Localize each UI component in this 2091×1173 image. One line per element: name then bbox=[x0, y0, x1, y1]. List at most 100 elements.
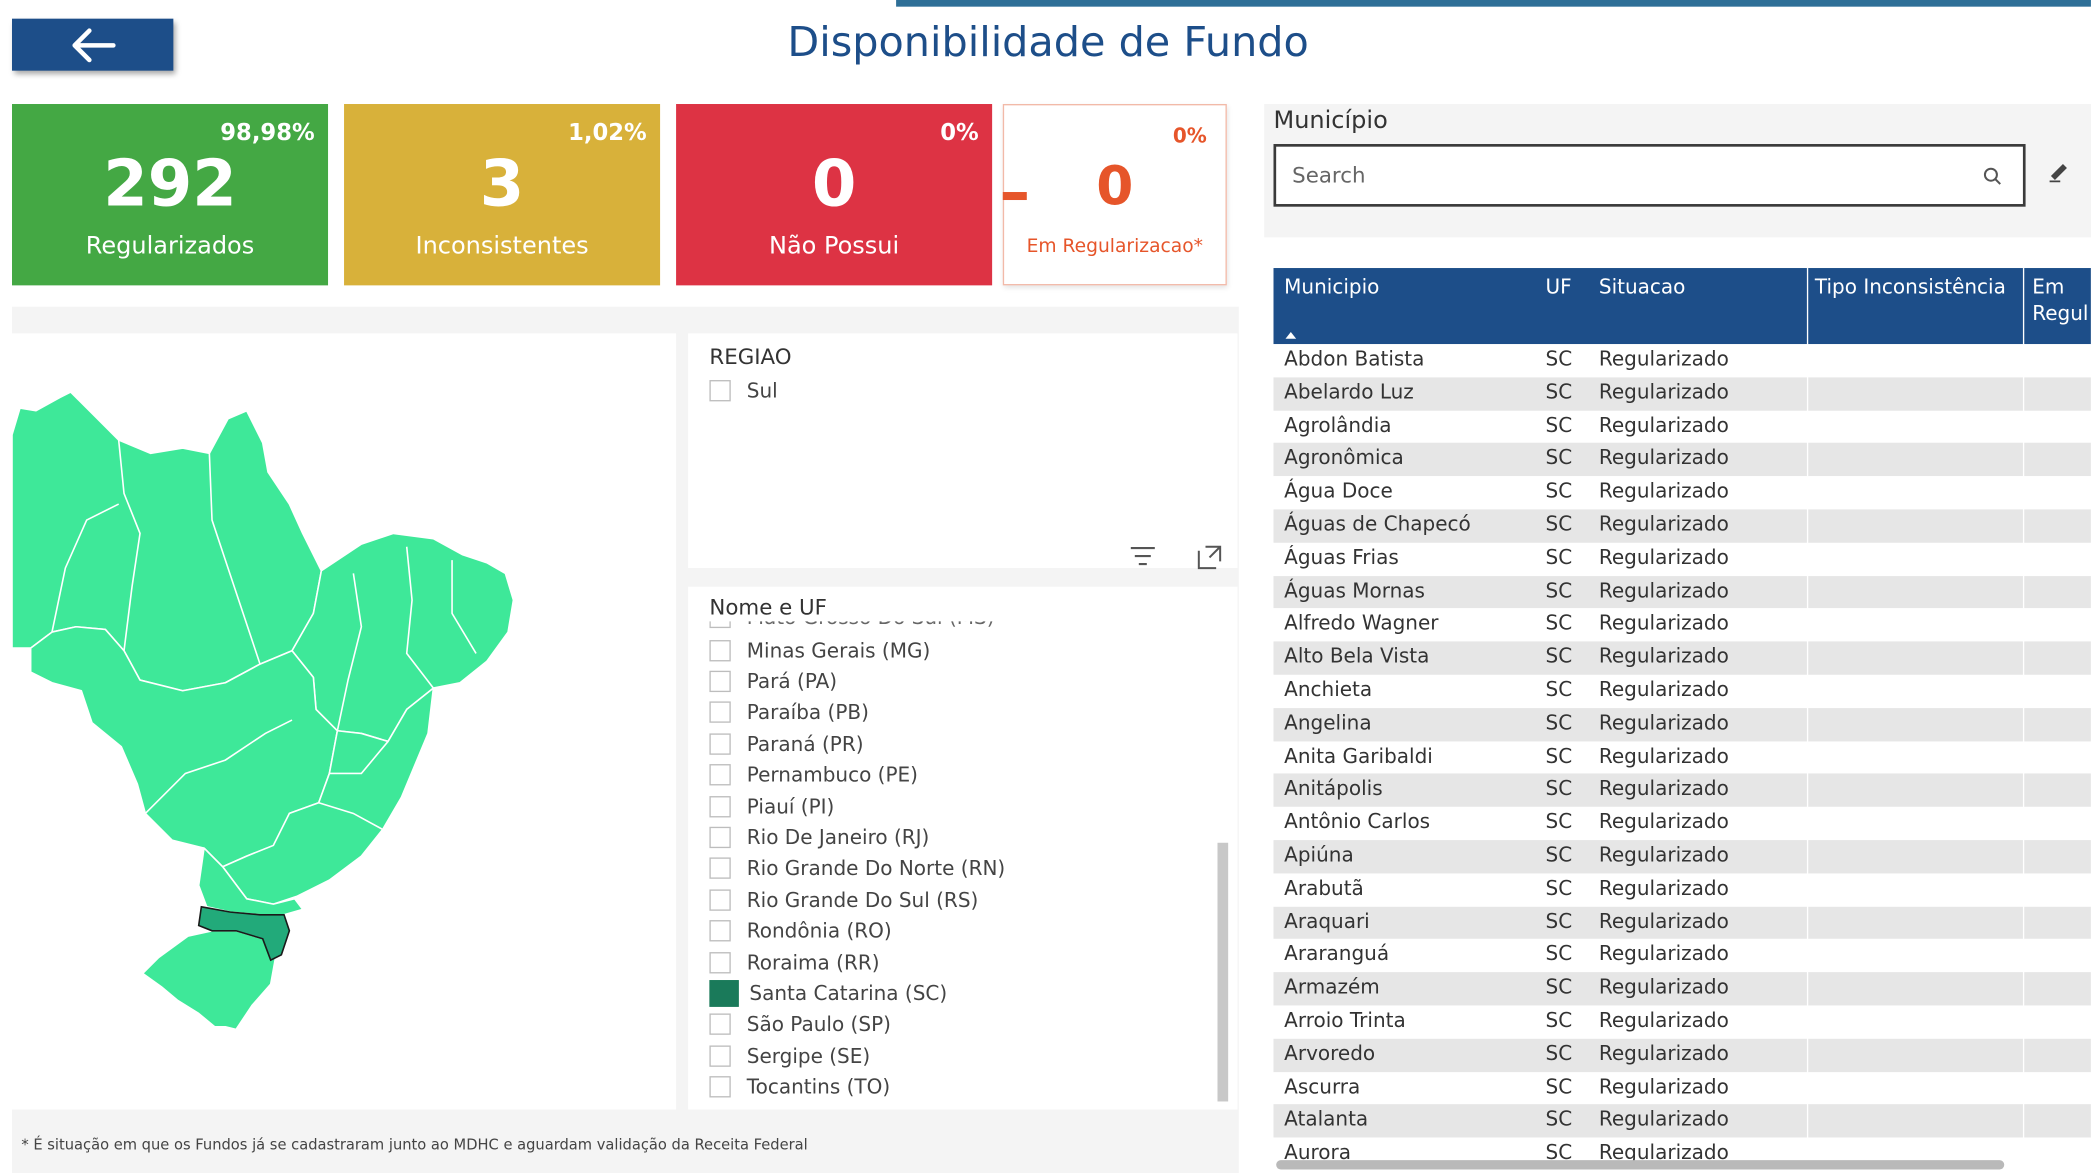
back-button[interactable] bbox=[12, 18, 174, 71]
cell-municipio: Abdon Batista bbox=[1284, 346, 1425, 371]
table-row[interactable]: Abdon Batista SC Regularizado bbox=[1273, 344, 2090, 377]
uf-option[interactable]: Roraima (RR) bbox=[709, 947, 1005, 978]
cell-uf: SC bbox=[1545, 445, 1573, 470]
uf-option[interactable]: Tocantins (TO) bbox=[709, 1071, 1005, 1102]
uf-option[interactable]: Piauí (PI) bbox=[709, 791, 1005, 822]
focus-mode-icon[interactable] bbox=[1195, 543, 1224, 578]
sort-asc-icon[interactable] bbox=[1284, 321, 1297, 345]
cell-uf: SC bbox=[1545, 1074, 1573, 1099]
table-row[interactable]: Anita Garibaldi SC Regularizado bbox=[1273, 741, 2090, 774]
checkbox[interactable] bbox=[709, 858, 731, 880]
option-label: Piauí (PI) bbox=[746, 794, 835, 819]
table-row[interactable]: Arroio Trinta SC Regularizado bbox=[1273, 1005, 2090, 1038]
checkbox-checked[interactable] bbox=[709, 980, 739, 1007]
uf-option[interactable]: Rio Grande Do Sul (RS) bbox=[709, 884, 1005, 915]
table-row[interactable]: Anitápolis SC Regularizado bbox=[1273, 773, 2091, 808]
kpi-inconsistentes[interactable]: 1,02% 3 Inconsistentes bbox=[344, 104, 661, 286]
checkbox[interactable] bbox=[709, 1076, 731, 1098]
checkbox[interactable] bbox=[709, 795, 731, 817]
option-label: Rondônia (RO) bbox=[746, 919, 892, 944]
uf-option[interactable]: Minas Gerais (MG) bbox=[709, 635, 1005, 666]
uf-option[interactable]: Paraíba (PB) bbox=[709, 697, 1005, 728]
kpi-percent: 98,98% bbox=[220, 120, 315, 147]
col-header-uf[interactable]: UF bbox=[1546, 275, 1572, 299]
table-row[interactable]: Águas de Chapecó SC Regularizado bbox=[1273, 509, 2091, 543]
cell-municipio: Agrolândia bbox=[1284, 412, 1392, 437]
regiao-option-sul[interactable]: Sul bbox=[709, 375, 778, 406]
table-row[interactable]: Atalanta SC Regularizado bbox=[1273, 1104, 2091, 1138]
table-horizontal-scrollbar[interactable] bbox=[1276, 1160, 2005, 1170]
checkbox[interactable] bbox=[709, 951, 731, 973]
uf-option[interactable]: Paraná (PR) bbox=[709, 728, 1005, 759]
map-graphic bbox=[11, 391, 515, 1031]
kpi-percent: 1,02% bbox=[568, 120, 647, 147]
table-row[interactable]: Araquari SC Regularizado bbox=[1273, 906, 2091, 940]
municipios-table: Municipio UF Situacao Tipo Inconsistênci… bbox=[1273, 268, 2091, 1165]
cell-uf: SC bbox=[1545, 677, 1573, 702]
uf-option[interactable]: Rio Grande Do Norte (RN) bbox=[709, 853, 1005, 884]
checkbox[interactable] bbox=[709, 920, 731, 942]
filter-icon[interactable] bbox=[1128, 543, 1157, 575]
uf-option[interactable]: Pará (PA) bbox=[709, 666, 1005, 697]
search-placeholder: Search bbox=[1292, 162, 1366, 189]
table-row[interactable]: Araranguá SC Regularizado bbox=[1273, 939, 2090, 972]
uf-option[interactable]: Rio De Janeiro (RJ) bbox=[709, 822, 1005, 853]
brazil-map[interactable] bbox=[11, 333, 677, 1110]
table-row[interactable]: Alfredo Wagner SC Regularizado bbox=[1273, 609, 2090, 642]
table-row[interactable]: Águas Mornas SC Regularizado bbox=[1273, 575, 2091, 609]
kpi-em-regularizacao[interactable]: 0% 0 Em Regularizacao* bbox=[1002, 104, 1227, 286]
table-row[interactable]: Alto Bela Vista SC Regularizado bbox=[1273, 641, 2091, 675]
cell-situacao: Regularizado bbox=[1598, 842, 1729, 867]
cell-municipio: Araranguá bbox=[1284, 941, 1390, 966]
table-row[interactable]: Apiúna SC Regularizado bbox=[1273, 840, 2091, 874]
table-row[interactable]: Águas Frias SC Regularizado bbox=[1273, 542, 2090, 575]
kpi-regularizados[interactable]: 98,98% 292 Regularizados bbox=[12, 104, 329, 286]
table-row[interactable]: Angelina SC Regularizado bbox=[1273, 707, 2091, 741]
table-row[interactable]: Abelardo Luz SC Regularizado bbox=[1273, 377, 2091, 411]
table-row[interactable]: Ascurra SC Regularizado bbox=[1273, 1072, 2090, 1105]
page-title: Disponibilidade de Fundo bbox=[787, 18, 1309, 67]
uf-option[interactable]: Sergipe (SE) bbox=[709, 1040, 1005, 1071]
col-header-municipio[interactable]: Municipio bbox=[1284, 275, 1379, 299]
table-row[interactable]: Antônio Carlos SC Regularizado bbox=[1273, 807, 2090, 840]
regiao-slicer: REGIAO Sul bbox=[688, 333, 1238, 570]
checkbox[interactable] bbox=[709, 889, 731, 911]
checkbox[interactable] bbox=[709, 670, 731, 693]
col-header-em-regul[interactable]: Em Regul bbox=[2032, 273, 2091, 326]
checkbox[interactable] bbox=[709, 1013, 731, 1036]
cell-situacao: Regularizado bbox=[1598, 776, 1729, 801]
table-row[interactable]: Arabutã SC Regularizado bbox=[1273, 873, 2090, 906]
col-header-situacao[interactable]: Situacao bbox=[1599, 275, 1686, 299]
uf-option[interactable]: São Paulo (SP) bbox=[709, 1009, 1005, 1040]
kpi-nao-possui[interactable]: 0% 0 Não Possui bbox=[676, 104, 993, 286]
cell-uf: SC bbox=[1545, 346, 1573, 371]
checkbox[interactable] bbox=[709, 639, 731, 661]
checkbox[interactable] bbox=[709, 764, 731, 786]
checkbox[interactable] bbox=[709, 1045, 731, 1067]
checkbox[interactable] bbox=[709, 826, 731, 849]
table-row[interactable]: Arvoredo SC Regularizado bbox=[1273, 1038, 2091, 1072]
checkbox[interactable] bbox=[709, 733, 731, 755]
cell-uf: SC bbox=[1545, 975, 1573, 1000]
cell-municipio: Araquari bbox=[1284, 908, 1370, 933]
uf-option[interactable]: Pernambuco (PE) bbox=[709, 760, 1005, 791]
search-icon[interactable] bbox=[1983, 165, 2002, 190]
col-header-tipo-inconsistencia[interactable]: Tipo Inconsistência bbox=[1815, 275, 2006, 299]
cell-situacao: Regularizado bbox=[1598, 809, 1729, 834]
checkbox[interactable] bbox=[709, 379, 731, 401]
checkbox[interactable] bbox=[709, 702, 731, 724]
uf-slicer-scrollbar[interactable] bbox=[1217, 842, 1229, 1102]
eraser-icon[interactable] bbox=[2048, 163, 2069, 188]
table-row[interactable]: Agronômica SC Regularizado bbox=[1273, 443, 2091, 477]
table-row[interactable]: Armazém SC Regularizado bbox=[1273, 972, 2091, 1006]
cell-uf: SC bbox=[1545, 710, 1573, 735]
option-label: Paraná (PR) bbox=[746, 731, 864, 756]
table-row[interactable]: Água Doce SC Regularizado bbox=[1273, 476, 2090, 509]
uf-option[interactable]: Rondônia (RO) bbox=[709, 915, 1005, 946]
municipio-search-input[interactable]: Search bbox=[1273, 144, 2026, 207]
uf-option-selected[interactable]: Santa Catarina (SC) bbox=[709, 978, 1005, 1009]
cell-municipio: Apiúna bbox=[1284, 842, 1354, 867]
table-row[interactable]: Agrolândia SC Regularizado bbox=[1273, 410, 2090, 443]
regiao-title: REGIAO bbox=[709, 344, 792, 370]
table-row[interactable]: Anchieta SC Regularizado bbox=[1273, 675, 2090, 708]
